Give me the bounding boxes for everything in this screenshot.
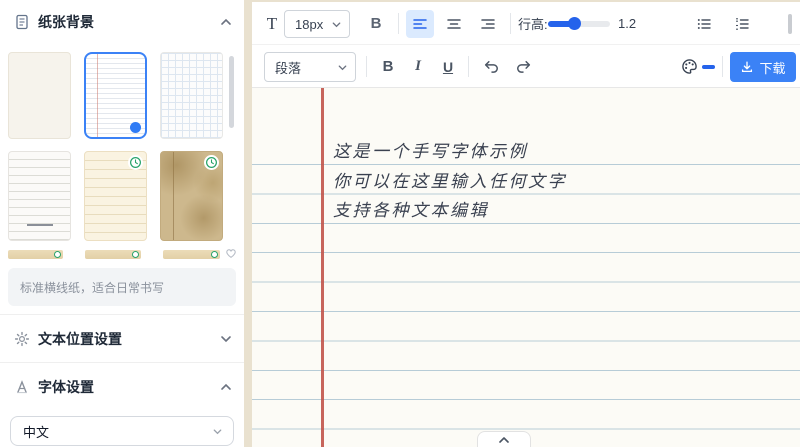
- redo-button[interactable]: [510, 45, 536, 88]
- paper-thumbnail-partial[interactable]: [8, 250, 63, 259]
- paper-thumbnail-blank[interactable]: [8, 52, 71, 139]
- sidebar: 纸张背景: [0, 0, 244, 447]
- color-palette-button[interactable]: [678, 45, 700, 88]
- text-position-title: 文本位置设置: [38, 329, 122, 349]
- slider-thumb[interactable]: [568, 17, 581, 30]
- chevron-up-icon: [220, 381, 232, 393]
- align-right-icon: [480, 16, 496, 32]
- font-size-value: 18px: [295, 17, 323, 32]
- thumbnail-footer-mark: [27, 224, 53, 226]
- paper-thumbnail-vintage[interactable]: [160, 151, 223, 241]
- paper-thumbnail-grid[interactable]: [160, 52, 223, 139]
- text-position-section-header[interactable]: 文本位置设置: [0, 327, 244, 351]
- bullet-list-icon: [696, 16, 712, 32]
- line-height-value: 1.2: [618, 2, 636, 45]
- language-select[interactable]: 中文: [10, 416, 234, 446]
- align-center-button[interactable]: [440, 10, 468, 38]
- download-button[interactable]: 下载: [730, 52, 796, 82]
- align-center-icon: [446, 16, 462, 32]
- clock-badge-icon: [204, 155, 219, 170]
- clock-badge-icon: [211, 251, 218, 258]
- toolbar-row-1: T 18px B: [252, 2, 800, 45]
- expand-panel-button[interactable]: [477, 431, 531, 447]
- divider: [366, 56, 367, 77]
- paragraph-style-select[interactable]: 段落: [264, 52, 356, 82]
- divider: [468, 56, 469, 77]
- font-icon: [14, 379, 30, 395]
- handwritten-text-line[interactable]: 你可以在这里输入任何文字: [333, 164, 567, 193]
- font-settings-title: 字体设置: [38, 377, 94, 397]
- align-right-button[interactable]: [474, 10, 502, 38]
- undo-icon: [483, 58, 500, 75]
- numbered-list-button[interactable]: [730, 2, 754, 45]
- gear-icon: [14, 331, 30, 347]
- divider: [722, 56, 723, 77]
- chevron-down-icon: [220, 333, 232, 345]
- italic-button[interactable]: I: [404, 45, 432, 88]
- font-size-select[interactable]: 18px: [284, 10, 350, 38]
- red-margin-line: [321, 88, 324, 447]
- download-label: 下载: [759, 58, 785, 77]
- clock-badge-icon: [132, 251, 139, 258]
- divider: [0, 314, 244, 315]
- underline-button[interactable]: U: [434, 45, 462, 88]
- numbered-list-icon: [734, 16, 750, 32]
- paper-thumbnail-cream-ruled[interactable]: [84, 151, 147, 241]
- paper-canvas[interactable]: 这是一个手写字体示例 你可以在这里输入任何文字 支持各种文本编辑: [252, 88, 800, 447]
- paper-thumbnail-partial[interactable]: [163, 250, 220, 259]
- text-style-icon[interactable]: T: [262, 2, 282, 45]
- paper-description: 标准横线纸，适合日常书写: [20, 279, 164, 296]
- current-color-indicator[interactable]: [702, 65, 715, 69]
- paper-background-title: 纸张背景: [38, 12, 94, 32]
- font-settings-section-header[interactable]: 字体设置: [0, 375, 244, 399]
- paper-thumbnail-partial[interactable]: [85, 250, 141, 259]
- chevron-down-icon: [212, 426, 223, 437]
- redo-icon: [515, 58, 532, 75]
- paper-thumbnail-ruled-white[interactable]: [8, 151, 71, 241]
- line-height-slider[interactable]: [548, 2, 610, 45]
- paragraph-style-value: 段落: [275, 58, 301, 77]
- language-value: 中文: [23, 422, 49, 441]
- paper-background-section-header[interactable]: 纸张背景: [0, 10, 244, 34]
- chevron-down-icon: [337, 62, 348, 73]
- bold-button[interactable]: B: [362, 2, 390, 45]
- editor-panel: T 18px B: [252, 2, 800, 447]
- thumbnails-scrollbar[interactable]: [229, 56, 234, 128]
- chevron-up-icon: [497, 435, 511, 445]
- clock-badge-icon: [128, 155, 143, 170]
- chevron-up-icon: [220, 16, 232, 28]
- align-left-icon: [412, 16, 428, 32]
- clock-badge-icon: [54, 251, 61, 258]
- handwritten-text-line[interactable]: 这是一个手写字体示例: [333, 135, 528, 164]
- download-icon: [740, 60, 754, 74]
- palette-icon: [681, 58, 698, 75]
- divider: [510, 13, 511, 34]
- paper-thumbnail-ruled-selected[interactable]: [84, 52, 147, 139]
- chevron-down-icon: [331, 19, 342, 30]
- divider: [398, 13, 399, 34]
- bold-button[interactable]: B: [374, 45, 402, 88]
- align-left-button[interactable]: [406, 10, 434, 38]
- heart-icon: [224, 246, 238, 260]
- line-height-label: 行高:: [518, 2, 548, 45]
- editor-toolbar: T 18px B: [252, 2, 800, 88]
- toolbar-scrollbar[interactable]: [788, 14, 792, 34]
- document-icon: [14, 14, 30, 30]
- handwritten-text-line[interactable]: 支持各种文本编辑: [333, 194, 489, 223]
- selected-indicator-dot: [130, 122, 141, 133]
- toolbar-row-2: 段落 B I U: [252, 45, 800, 88]
- divider: [0, 362, 244, 363]
- undo-button[interactable]: [478, 45, 504, 88]
- paper-description-box: 标准横线纸，适合日常书写: [8, 268, 236, 306]
- bullet-list-button[interactable]: [692, 2, 716, 45]
